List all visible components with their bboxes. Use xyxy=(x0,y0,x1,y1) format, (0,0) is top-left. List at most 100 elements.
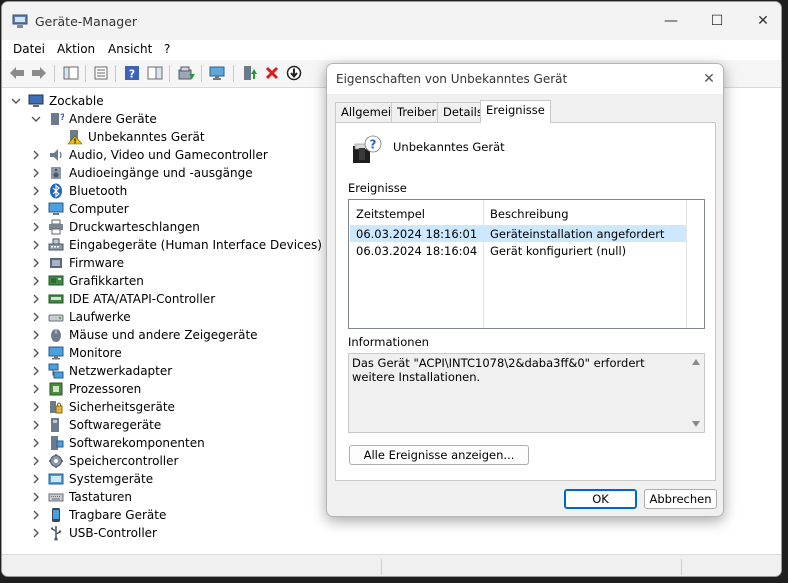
tree-view-icon[interactable] xyxy=(61,63,81,83)
tree-item-softwarekomponenten[interactable]: Softwarekomponenten xyxy=(2,434,322,452)
menu-bar: Datei Aktion Ansicht ? xyxy=(2,40,781,60)
update-driver-icon[interactable] xyxy=(177,63,197,83)
chevron-right-icon[interactable] xyxy=(31,204,41,214)
column-header-timestamp[interactable]: Zeitstempel xyxy=(356,207,425,221)
ok-button[interactable]: OK xyxy=(564,489,637,509)
tree-item-label: Speichercontroller xyxy=(69,454,179,468)
chevron-right-icon[interactable] xyxy=(31,528,41,538)
tree-item-tastaturen[interactable]: Tastaturen xyxy=(2,488,322,506)
tree-item-prozessoren[interactable]: Prozessoren xyxy=(2,380,322,398)
show-all-events-button[interactable]: Alle Ereignisse anzeigen... xyxy=(349,445,529,465)
window-title: Geräte-Manager xyxy=(35,14,138,29)
tree-item-softwaregeraete[interactable]: Softwaregeräte xyxy=(2,416,322,434)
software-component-icon xyxy=(51,436,64,450)
tree-item-label: Druckwarteschlangen xyxy=(69,220,200,234)
chevron-right-icon[interactable] xyxy=(31,456,41,466)
chevron-right-icon[interactable] xyxy=(31,402,41,412)
minimize-button[interactable]: — xyxy=(648,2,694,40)
chevron-right-icon[interactable] xyxy=(31,366,41,376)
chevron-right-icon[interactable] xyxy=(31,240,41,250)
computer-root-icon xyxy=(28,94,44,107)
scroll-up-arrow-icon[interactable] xyxy=(692,359,700,365)
tree-item-computer[interactable]: Computer xyxy=(2,200,322,218)
dialog-title-bar: Eigenschaften von Unbekanntes Gerät ✕ xyxy=(327,64,723,94)
tree-item-label: Grafikkarten xyxy=(69,274,144,288)
chevron-right-icon[interactable] xyxy=(31,150,41,160)
software-device-icon xyxy=(51,418,59,432)
tree-item-bluetooth[interactable]: Bluetooth xyxy=(2,182,322,200)
chevron-down-icon[interactable] xyxy=(31,114,41,124)
event-row[interactable]: 06.03.2024 18:16:04 Gerät konfiguriert (… xyxy=(350,242,686,259)
chevron-right-icon[interactable] xyxy=(31,312,41,322)
tree-item-unbekanntes-geraet[interactable]: Unbekanntes Gerät xyxy=(2,128,322,146)
close-button[interactable]: ✕ xyxy=(740,2,781,40)
scan-hardware-icon[interactable] xyxy=(208,63,228,83)
chevron-right-icon[interactable] xyxy=(31,186,41,196)
tree-item-sicherheitsgeraete[interactable]: Sicherheitsgeräte xyxy=(2,398,322,416)
tree-item-grafikkarten[interactable]: Grafikkarten xyxy=(2,272,322,290)
tree-item-label: Audioeingänge und -ausgänge xyxy=(69,166,253,180)
forward-arrow-icon[interactable] xyxy=(29,63,49,83)
tree-item-firmware[interactable]: Firmware xyxy=(2,254,322,272)
chevron-right-icon[interactable] xyxy=(31,510,41,520)
tree-item-label: Systemgeräte xyxy=(69,472,154,486)
chevron-right-icon[interactable] xyxy=(31,222,41,232)
chevron-right-icon[interactable] xyxy=(31,258,41,268)
tree-item-druckwarteschlangen[interactable]: Druckwarteschlangen xyxy=(2,218,322,236)
menu-aktion[interactable]: Aktion xyxy=(57,42,95,56)
tree-item-andere-geraete[interactable]: ? Andere Geräte xyxy=(2,110,322,128)
unknown-device-icon: ? xyxy=(353,135,382,163)
bluetooth-icon xyxy=(50,183,62,199)
keyboard-icon xyxy=(48,493,64,502)
tree-item-maeuse[interactable]: Mäuse und andere Zeigegeräte xyxy=(2,326,322,344)
tab-ereignisse[interactable]: Ereignisse xyxy=(480,100,551,123)
menu-ansicht[interactable]: Ansicht xyxy=(108,42,152,56)
disable-device-icon[interactable] xyxy=(284,63,304,83)
enable-device-icon[interactable] xyxy=(240,63,260,83)
tree-item-audioeingaenge[interactable]: Audioeingänge und -ausgänge xyxy=(2,164,322,182)
tree-item-ide-controller[interactable]: IDE ATA/ATAPI-Controller xyxy=(2,290,322,308)
properties-sheet-icon[interactable] xyxy=(91,63,111,83)
action-pane-icon[interactable] xyxy=(145,63,165,83)
tree-item-tragbare-geraete[interactable]: Tragbare Geräte xyxy=(2,506,322,524)
tree-item-speichercontroller[interactable]: Speichercontroller xyxy=(2,452,322,470)
chevron-down-icon[interactable] xyxy=(11,96,21,106)
cancel-button[interactable]: Abbrechen xyxy=(644,489,717,509)
tree-item-laufwerke[interactable]: Laufwerke xyxy=(2,308,322,326)
tree-item-netzwerkadapter[interactable]: Netzwerkadapter xyxy=(2,362,322,380)
chevron-right-icon[interactable] xyxy=(31,384,41,394)
status-bar xyxy=(2,554,781,576)
chevron-right-icon[interactable] xyxy=(31,420,41,430)
chevron-right-icon[interactable] xyxy=(31,330,41,340)
help-icon[interactable]: ? xyxy=(122,63,142,83)
chevron-right-icon[interactable] xyxy=(31,492,41,502)
other-devices-icon: ? xyxy=(51,113,64,125)
tree-item-label: Unbekanntes Gerät xyxy=(88,130,205,144)
menu-help[interactable]: ? xyxy=(164,42,170,56)
info-textbox[interactable]: Das Gerät "ACPI\INTC1078\2&daba3ff&0" er… xyxy=(348,353,705,433)
chevron-right-icon[interactable] xyxy=(31,348,41,358)
chevron-right-icon[interactable] xyxy=(31,276,41,286)
maximize-button[interactable]: ☐ xyxy=(694,2,740,40)
menu-datei[interactable]: Datei xyxy=(13,42,45,56)
tree-item-usb-controller[interactable]: USB-Controller xyxy=(2,524,322,542)
tree-item-systemgeraete[interactable]: Systemgeräte xyxy=(2,470,322,488)
security-device-icon xyxy=(50,401,63,414)
tree-root[interactable]: Zockable xyxy=(2,92,322,110)
uninstall-icon[interactable] xyxy=(262,63,282,83)
dialog-close-button[interactable]: ✕ xyxy=(699,69,719,89)
device-manager-icon xyxy=(12,14,28,28)
tree-item-audio-video[interactable]: Audio, Video und Gamecontroller xyxy=(2,146,322,164)
chevron-right-icon[interactable] xyxy=(31,474,41,484)
events-list[interactable]: Zeitstempel Beschreibung 06.03.2024 18:1… xyxy=(348,199,705,329)
event-row[interactable]: 06.03.2024 18:16:01 Geräteinstallation a… xyxy=(350,225,686,242)
scroll-down-arrow-icon[interactable] xyxy=(692,421,700,427)
column-header-description[interactable]: Beschreibung xyxy=(490,207,569,221)
chevron-right-icon[interactable] xyxy=(31,294,41,304)
tab-treiber[interactable]: Treiber xyxy=(391,102,443,122)
back-arrow-icon[interactable] xyxy=(7,63,27,83)
chevron-right-icon[interactable] xyxy=(31,438,41,448)
tree-item-monitore[interactable]: Monitore xyxy=(2,344,322,362)
chevron-right-icon[interactable] xyxy=(31,168,41,178)
tree-item-eingabegeraete[interactable]: Eingabegeräte (Human Interface Devices) xyxy=(2,236,322,254)
